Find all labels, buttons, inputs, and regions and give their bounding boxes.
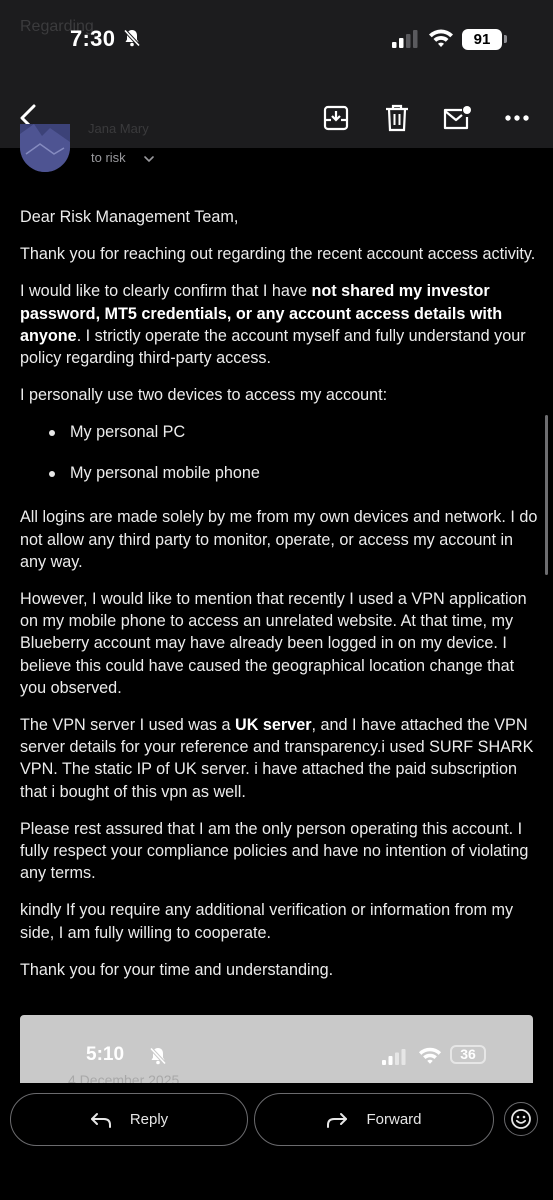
attachment-image[interactable]: 5:10 36 4 December 2025 [20,1015,533,1083]
paragraph-thanks: Thank you for reaching out regarding the… [20,245,536,264]
paragraph-vpn-server: The VPN server I used was a UK server, a… [20,714,540,803]
avatar-image [20,124,70,172]
wifi-icon [429,29,453,47]
forward-label: Forward [366,1111,422,1128]
attachment-battery: 36 [450,1045,486,1064]
cellular-signal-icon [392,30,418,48]
vpn-text-a: The VPN server I used was a [20,716,236,735]
reply-label: Reply [129,1111,169,1128]
paragraph-confirmation: I would like to clearly confirm that I h… [20,280,540,369]
scroll-indicator[interactable] [545,415,548,575]
greeting: Dear Risk Management Team, [20,208,239,226]
recipient-line: to risk [91,150,126,165]
archive-icon [323,105,349,131]
forward-button[interactable]: Forward [254,1093,494,1146]
confirmation-text-b: . I strictly operate the account myself … [20,326,526,368]
confirmation-text-a: I would like to clearly confirm that I h… [20,282,312,301]
sender-avatar[interactable] [20,124,70,172]
emoji-reaction-button[interactable] [504,1102,538,1136]
attachment-date: 4 December 2025 [68,1072,180,1083]
more-button[interactable] [497,98,537,138]
wifi-icon [418,1047,442,1064]
chevron-down-icon[interactable] [143,154,155,164]
paragraph-closing: Thank you for your time and understandin… [20,960,334,979]
paragraph-devices-intro: I personally use two devices to access m… [20,386,388,405]
battery-level: 91 [462,29,502,50]
more-icon [505,115,529,121]
archive-button[interactable] [316,98,356,138]
attachment-time: 5:10 [86,1044,125,1065]
email-body: Dear Risk Management Team, Thank you for… [20,206,540,996]
reply-button[interactable]: Reply [10,1093,248,1146]
reply-icon [90,1112,111,1128]
battery-nub [504,35,507,43]
paragraph-logins: All logins are made solely by me from my… [20,508,538,571]
cellular-signal-icon [382,1049,406,1065]
silent-bell-icon [149,1047,167,1065]
forward-icon [327,1112,348,1128]
device-list: My personal PC My personal mobile phone [20,421,540,503]
background-sender: Jana Mary [88,121,149,136]
silent-bell-icon [123,29,141,47]
paragraph-verification: kindly If you require any additional ver… [20,901,514,942]
bottom-action-bar: Reply Forward [0,1083,553,1200]
emoji-icon [511,1109,531,1129]
status-bar: Regarding 7:30 91 [0,0,553,88]
paragraph-vpn-usage: However, I would like to mention that re… [20,590,527,697]
paragraph-assurance: Please rest assured that I am the only p… [20,819,529,883]
list-item: My personal PC [20,421,540,462]
mark-unread-button[interactable] [437,98,477,138]
delete-button[interactable] [377,98,417,138]
trash-icon [386,104,408,132]
vpn-bold: UK server [235,716,312,735]
status-time: 7:30 [70,26,116,51]
mark-unread-icon [443,106,471,130]
email-toolbar: Jana Mary [0,88,553,148]
list-item: My personal mobile phone [20,462,540,503]
